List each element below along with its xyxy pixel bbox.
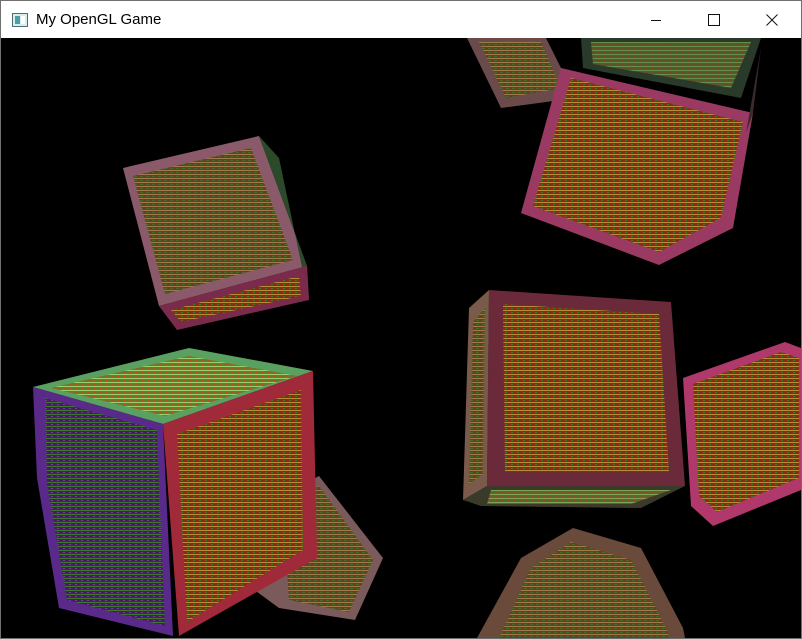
window-controls — [627, 1, 801, 38]
maximize-icon — [708, 13, 720, 26]
crate — [463, 290, 685, 508]
crate — [683, 342, 801, 526]
maximize-button[interactable] — [685, 1, 743, 38]
close-icon — [766, 13, 778, 26]
opengl-viewport[interactable] — [1, 38, 801, 638]
minimize-icon — [651, 19, 661, 21]
crate — [123, 136, 309, 330]
window-title: My OpenGL Game — [36, 11, 162, 28]
title-bar[interactable]: My OpenGL Game — [1, 1, 801, 38]
minimize-button[interactable] — [627, 1, 685, 38]
app-window-icon — [12, 12, 28, 27]
game-window: My OpenGL Game — [0, 0, 802, 639]
close-button[interactable] — [743, 1, 801, 38]
game-scene — [33, 38, 801, 638]
crate — [477, 528, 685, 638]
